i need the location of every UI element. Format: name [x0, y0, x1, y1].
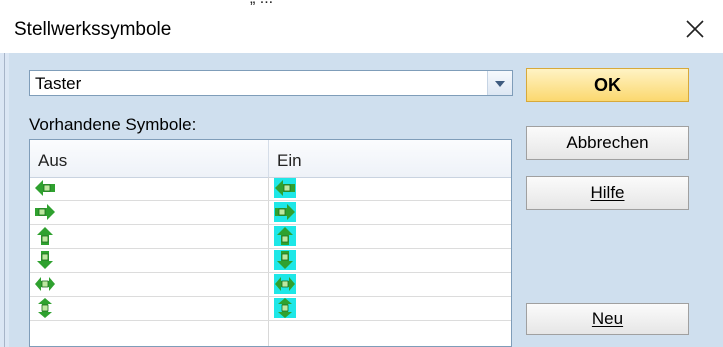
list-item[interactable]	[30, 177, 511, 201]
help-button[interactable]: Hilfe	[526, 176, 689, 210]
new-button[interactable]: Neu	[526, 303, 689, 335]
arrow-right-icon	[274, 202, 296, 222]
cropped-text-fragment: „ ...	[250, 0, 273, 8]
arrow-left-icon	[34, 178, 56, 198]
arrow-up-icon	[274, 226, 296, 246]
dropdown-selected-value: Taster	[35, 74, 82, 93]
close-icon	[685, 19, 705, 44]
arrow-left-icon	[274, 178, 296, 198]
arrow-up-icon	[34, 226, 56, 246]
column-header-label: Ein	[277, 151, 302, 170]
arrow-left-right-icon	[274, 274, 296, 294]
symbol-set-dropdown[interactable]: Taster	[29, 70, 513, 96]
list-item[interactable]	[30, 225, 511, 249]
list-item[interactable]	[30, 297, 511, 321]
arrow-right-icon	[34, 202, 56, 222]
list-item[interactable]	[30, 201, 511, 225]
ok-button-label: OK	[594, 75, 621, 95]
column-header-ein[interactable]: Ein	[269, 140, 511, 177]
list-item-empty[interactable]	[30, 321, 511, 345]
ok-button[interactable]: OK	[526, 68, 689, 102]
list-item[interactable]	[30, 249, 511, 273]
close-button[interactable]	[677, 13, 713, 49]
dialog-client-area: Taster Vorhandene Symbole: Aus Ein OK Ab…	[9, 53, 723, 347]
window-title: Stellwerkssymbole	[14, 19, 172, 40]
help-button-label: Hilfe	[590, 183, 625, 202]
cancel-button[interactable]: Abbrechen	[526, 126, 689, 160]
dropdown-button[interactable]	[487, 71, 512, 95]
arrow-up-down-icon	[34, 298, 56, 318]
available-symbols-label: Vorhandene Symbole:	[29, 115, 197, 134]
arrow-left-right-icon	[34, 274, 56, 294]
column-header-label: Aus	[38, 151, 68, 170]
cropped-background-text-strip: „ ...	[0, 0, 723, 9]
new-button-label: Neu	[591, 309, 624, 328]
list-header: Aus Ein	[30, 140, 511, 178]
symbols-list[interactable]: Aus Ein	[29, 139, 512, 347]
chevron-down-icon	[495, 74, 505, 92]
window-left-edge	[0, 53, 9, 347]
title-bar: Stellwerkssymbole	[0, 9, 723, 53]
arrow-up-down-icon	[274, 298, 296, 318]
list-item[interactable]	[30, 273, 511, 297]
arrow-down-icon	[274, 250, 296, 270]
column-header-aus[interactable]: Aus	[30, 140, 269, 177]
cancel-button-label: Abbrechen	[566, 133, 649, 152]
arrow-down-icon	[34, 250, 56, 270]
